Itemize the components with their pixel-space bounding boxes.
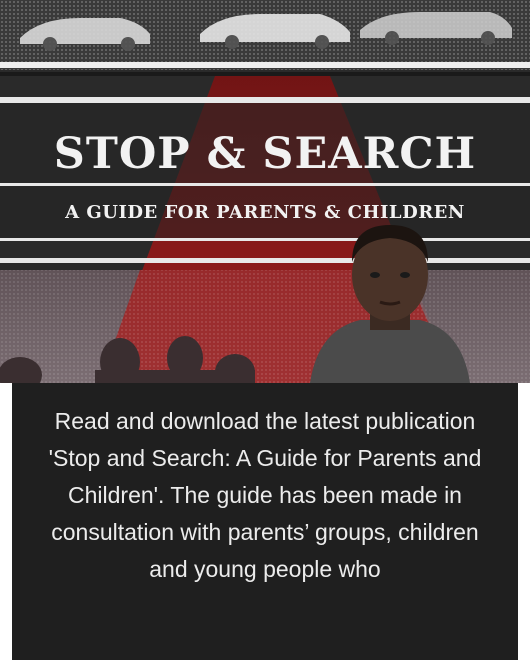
divider-line (0, 72, 530, 76)
description-text: Read and download the latest publication… (48, 408, 482, 582)
divider-line (0, 62, 530, 68)
divider-line (0, 258, 530, 263)
divider-line (0, 238, 530, 241)
description-panel: Read and download the latest publication… (12, 383, 518, 660)
divider-line (0, 97, 530, 103)
cover-artwork (0, 0, 530, 383)
cover-banner[interactable]: STOP & SEARCH A GUIDE FOR PARENTS & CHIL… (0, 0, 530, 383)
cover-title: STOP & SEARCH (53, 129, 477, 179)
divider-line (0, 183, 530, 186)
cover-subtitle: A GUIDE FOR PARENTS & CHILDREN (65, 202, 465, 223)
